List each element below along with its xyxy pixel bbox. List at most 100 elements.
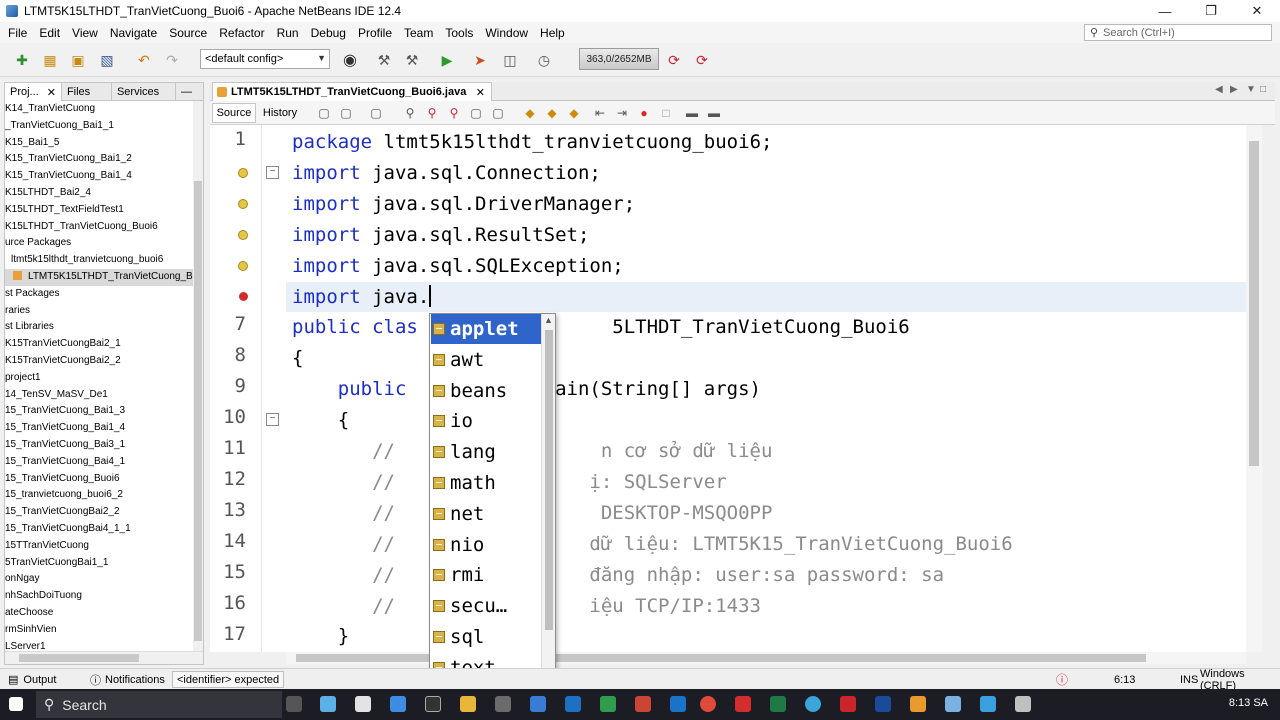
menu-tools[interactable]: Tools bbox=[439, 26, 479, 40]
new-project-icon[interactable]: ▦ bbox=[40, 51, 60, 69]
toggle-rect-icon[interactable]: ▢ bbox=[488, 104, 508, 122]
menu-team[interactable]: Team bbox=[398, 26, 439, 40]
toggle-bookmark-icon[interactable]: ◆ bbox=[564, 104, 584, 122]
globe-icon[interactable]: ◉ bbox=[340, 51, 360, 69]
error-icon[interactable] bbox=[239, 292, 248, 301]
scroll-thumb[interactable] bbox=[194, 181, 202, 641]
completion-item[interactable]: rmi bbox=[431, 560, 541, 590]
file-explorer-icon[interactable] bbox=[460, 696, 476, 712]
tree-node[interactable]: 15_tranvietcuong_buoi6_2 bbox=[5, 487, 193, 504]
app-icon[interactable] bbox=[600, 696, 616, 712]
tree-node[interactable]: st Libraries bbox=[5, 319, 193, 336]
acrobat-icon[interactable] bbox=[840, 696, 856, 712]
menu-edit[interactable]: Edit bbox=[33, 26, 66, 40]
gc-icon[interactable]: ⟳ bbox=[664, 51, 684, 69]
save-all-icon[interactable]: ▧ bbox=[97, 51, 117, 69]
code-line[interactable]: { bbox=[292, 405, 349, 435]
code-line[interactable]: import java. bbox=[286, 281, 1246, 312]
app-icon[interactable] bbox=[635, 696, 651, 712]
find-previous-icon[interactable]: ⚲ bbox=[422, 104, 442, 122]
completion-item[interactable]: secu… bbox=[431, 591, 541, 621]
tab-java-file[interactable]: LTMT5K15LTHDT_TranVietCuong_Buoi6.java ✕ bbox=[212, 82, 492, 101]
tree-node[interactable]: st Packages bbox=[5, 286, 193, 303]
tree-node[interactable]: 15_TranVietCuong_Bai1_4 bbox=[5, 420, 193, 437]
prev-bookmark-icon[interactable]: ◆ bbox=[520, 104, 540, 122]
tree-node[interactable]: 14_TenSV_MaSV_De1 bbox=[5, 387, 193, 404]
task-view-icon[interactable] bbox=[286, 696, 302, 712]
code-line[interactable]: import java.sql.DriverManager; bbox=[292, 189, 635, 219]
windows-start-icon[interactable] bbox=[9, 697, 23, 711]
completion-item[interactable]: math bbox=[431, 468, 541, 498]
maximize-editor-icon[interactable]: □ bbox=[1260, 84, 1266, 95]
run-icon[interactable]: ▶ bbox=[437, 51, 457, 69]
back-icon[interactable]: ▢ bbox=[336, 104, 356, 122]
completion-scrollbar[interactable]: ▲ ▼ bbox=[541, 314, 555, 689]
hint-bulb-icon[interactable] bbox=[238, 168, 248, 178]
menu-profile[interactable]: Profile bbox=[352, 26, 398, 40]
config-select[interactable]: <default config> ▼ bbox=[200, 49, 330, 69]
toggle-highlight-icon[interactable]: ▢ bbox=[466, 104, 486, 122]
tab-source[interactable]: Source bbox=[212, 103, 256, 123]
minimize-button[interactable]: — bbox=[1142, 0, 1188, 22]
scroll-thumb[interactable] bbox=[19, 654, 139, 662]
tree-node[interactable]: 15_TranVietCuong_Bai4_1 bbox=[5, 454, 193, 471]
tree-node[interactable]: 15_TranVietCuong_Bai3_1 bbox=[5, 437, 193, 454]
excel-icon[interactable] bbox=[770, 696, 786, 712]
menu-debug[interactable]: Debug bbox=[305, 26, 352, 40]
profile-timer-icon[interactable]: ◷ bbox=[534, 51, 554, 69]
tree-node[interactable]: 5TranVietCuongBai1_1 bbox=[5, 555, 193, 572]
fold-toggle-icon[interactable]: − bbox=[266, 413, 279, 426]
shift-left-icon[interactable]: ⇤ bbox=[590, 104, 610, 122]
tree-node[interactable]: 15_TranVietCuong_Bai1_3 bbox=[5, 403, 193, 420]
scroll-thumb[interactable] bbox=[296, 654, 1146, 662]
find-next-icon[interactable]: ⚲ bbox=[444, 104, 464, 122]
completion-item[interactable]: awt bbox=[431, 345, 541, 375]
tree-node[interactable]: K15TranVietCuongBai2_2 bbox=[5, 353, 193, 370]
tab-projects[interactable]: Proj... ✕ bbox=[5, 83, 62, 101]
find-icon[interactable]: ⚲ bbox=[400, 104, 420, 122]
edge-icon[interactable] bbox=[805, 696, 821, 712]
close-icon[interactable]: ✕ bbox=[47, 86, 56, 99]
new-file-icon[interactable]: ✚ bbox=[12, 51, 32, 69]
completion-item[interactable]: net bbox=[431, 499, 541, 529]
profiler-snapshot-icon[interactable]: ⟳ bbox=[692, 51, 712, 69]
scroll-thumb[interactable] bbox=[1249, 141, 1259, 466]
tree-node[interactable]: 15TTranVietCuong bbox=[5, 538, 193, 555]
app-icon[interactable] bbox=[495, 696, 511, 712]
menu-refactor[interactable]: Refactor bbox=[213, 26, 270, 40]
hint-bulb-icon[interactable] bbox=[238, 199, 248, 209]
tree-node[interactable]: K15LTHDT_TranVietCuong_Buoi6 bbox=[5, 219, 193, 236]
tree-node[interactable]: 15_TranVietCuongBai2_2 bbox=[5, 504, 193, 521]
tree-node[interactable]: onNgay bbox=[5, 571, 193, 588]
menu-run[interactable]: Run bbox=[271, 26, 305, 40]
code-line[interactable]: public clas 5LTHDT_TranVietCuong_Buoi6 bbox=[292, 312, 910, 342]
menu-file[interactable]: File bbox=[2, 26, 33, 40]
code-line[interactable]: package ltmt5k15lthdt_tranvietcuong_buoi… bbox=[292, 127, 772, 157]
tree-node[interactable]: raries bbox=[5, 303, 193, 320]
netbeans-taskbar-icon[interactable] bbox=[945, 696, 961, 712]
tab-list-icon[interactable]: ▼ bbox=[1246, 84, 1256, 95]
scroll-tabs-right-icon[interactable]: ▶ bbox=[1230, 84, 1238, 95]
terminal-icon[interactable] bbox=[425, 696, 441, 712]
menu-window[interactable]: Window bbox=[479, 26, 534, 40]
tree-node[interactable]: LTMT5K15LTHDT_TranVietCuong_Bu bbox=[5, 268, 193, 286]
code-line[interactable]: // đăng nhập: user:sa password: sa bbox=[292, 560, 944, 590]
comment-icon[interactable]: ▬ bbox=[682, 104, 702, 122]
app-icon[interactable] bbox=[980, 696, 996, 712]
scroll-tabs-left-icon[interactable]: ◀ bbox=[1215, 84, 1223, 95]
next-bookmark-icon[interactable]: ◆ bbox=[542, 104, 562, 122]
tree-node[interactable]: K15_TranVietCuong_Bai1_4 bbox=[5, 168, 193, 185]
tree-node[interactable]: K15LTHDT_TextFieldTest1 bbox=[5, 202, 193, 219]
code-line[interactable]: import java.sql.ResultSet; bbox=[292, 220, 589, 250]
tree-node[interactable]: K15_Bai1_5 bbox=[5, 135, 193, 152]
menu-view[interactable]: View bbox=[66, 26, 104, 40]
search-input[interactable]: ⚲ Search (Ctrl+I) bbox=[1084, 24, 1272, 41]
tree-vertical-scrollbar[interactable] bbox=[193, 101, 203, 651]
fold-toggle-icon[interactable]: − bbox=[266, 166, 279, 179]
tab-services[interactable]: Services bbox=[112, 83, 176, 101]
tree-node[interactable]: 15_TranVietCuongBai4_1_1 bbox=[5, 521, 193, 538]
menu-source[interactable]: Source bbox=[163, 26, 213, 40]
tree-node[interactable]: K15_TranVietCuong_Bai1_2 bbox=[5, 151, 193, 168]
scroll-up-icon[interactable]: ▲ bbox=[544, 315, 553, 325]
panel-minimize-icon[interactable]: — bbox=[176, 83, 197, 101]
